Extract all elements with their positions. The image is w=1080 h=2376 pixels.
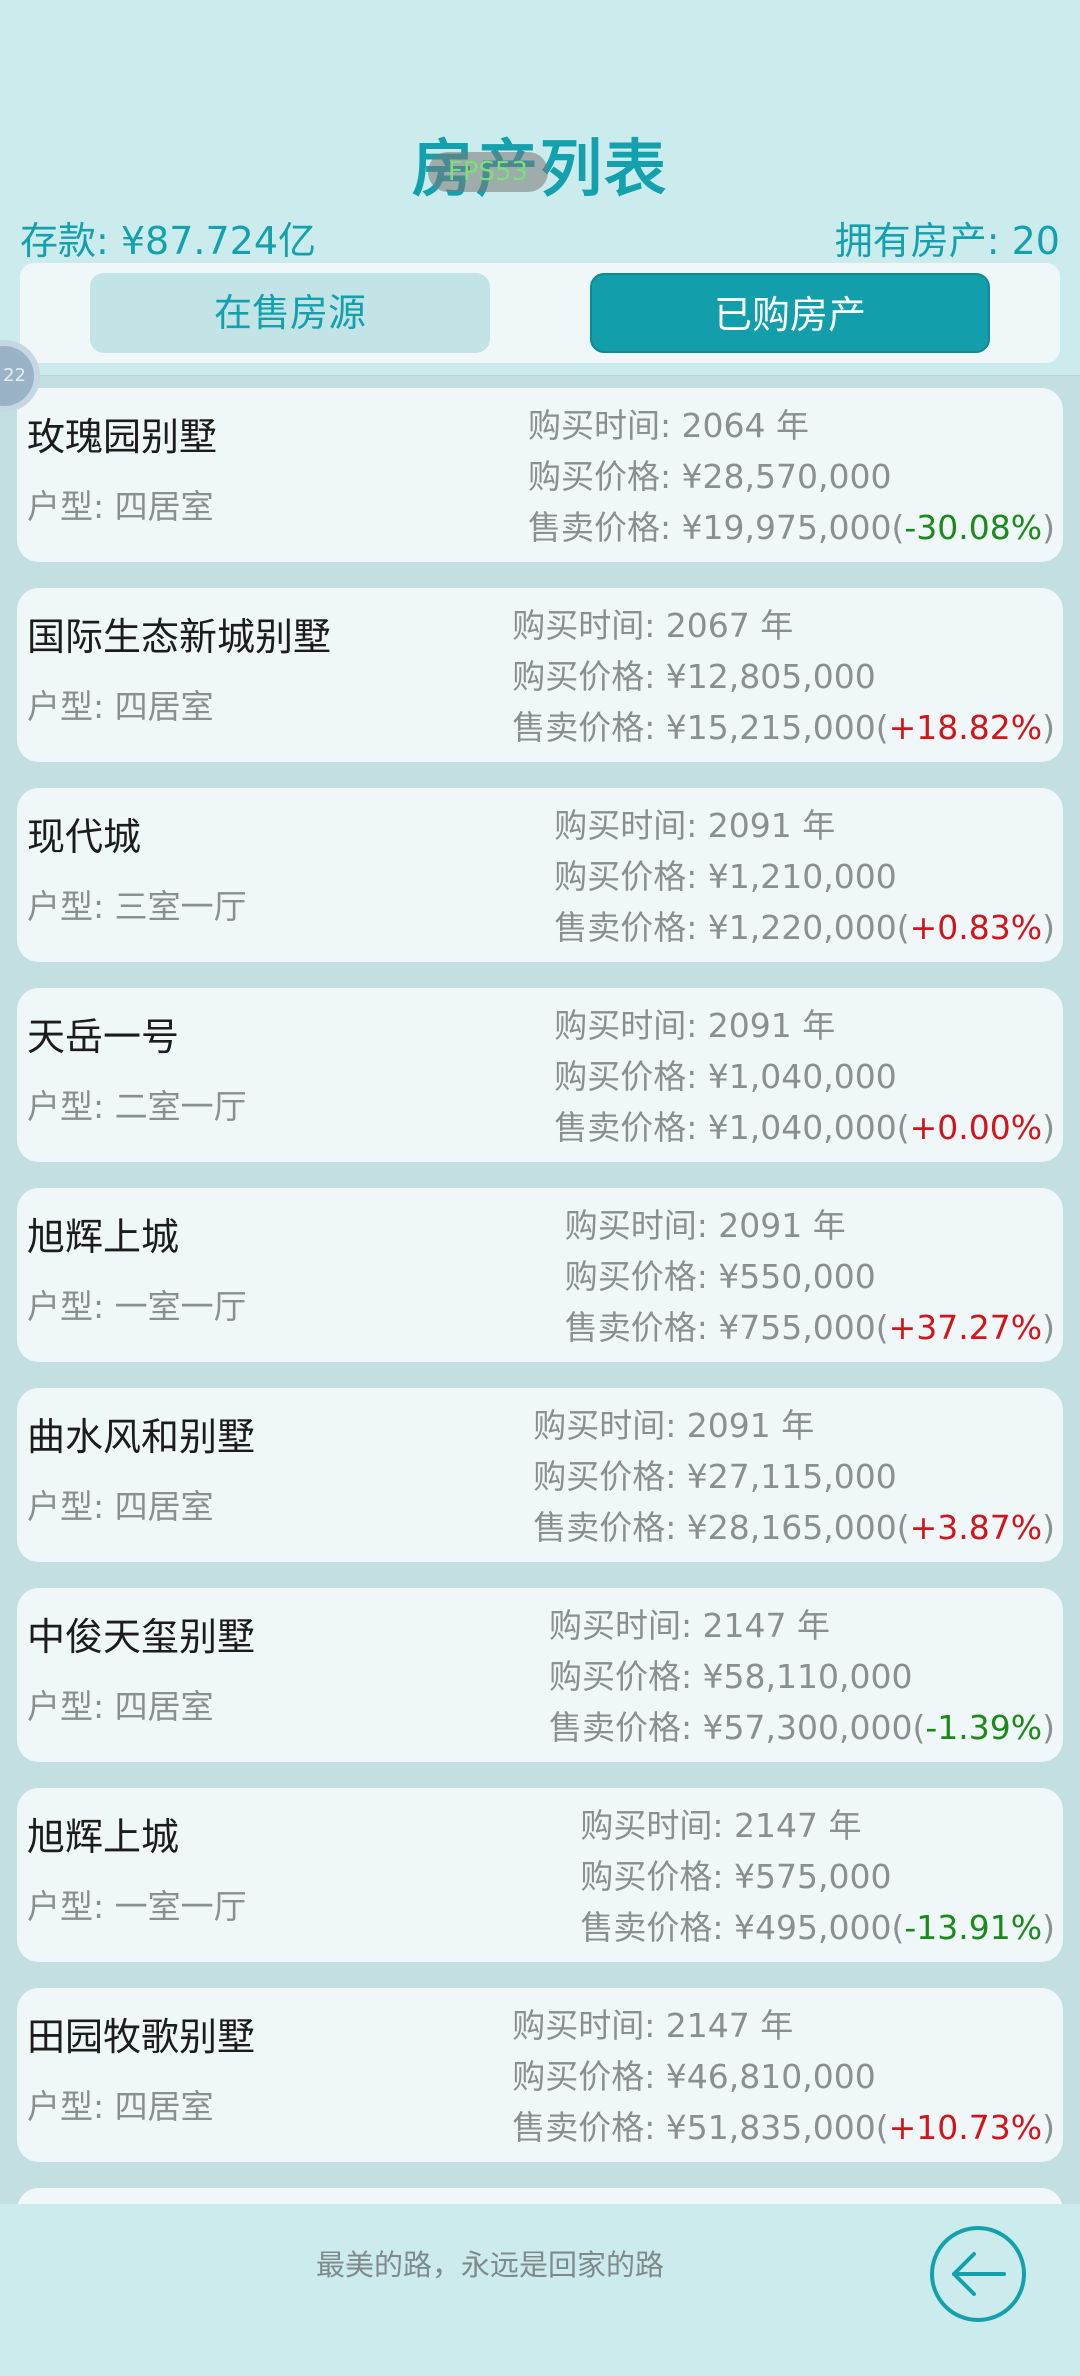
tab-bar: 在售房源 已购房产 [20, 263, 1060, 363]
property-type: 户型: 二室一厅 [27, 1087, 247, 1126]
buy-price: 购买价格: ¥28,570,000 [527, 457, 892, 496]
sell-price: 售卖价格: ¥1,040,000 [554, 1108, 897, 1147]
property-list[interactable]: 玫瑰园别墅 户型: 四居室 购买时间: 2064 年 购买价格: ¥28,570… [0, 375, 1080, 2204]
property-name: 玫瑰园别墅 [27, 415, 218, 459]
sell-price: 售卖价格: ¥755,000 [564, 1308, 876, 1347]
buy-time: 购买时间: 2067 年 [512, 606, 794, 645]
property-name: 曲水风和别墅 [27, 1415, 256, 1459]
buy-time: 购买时间: 2064 年 [527, 406, 810, 445]
sell-price-line: 售卖价格: ¥1,040,000(+0.00%) [554, 1108, 1055, 1147]
back-button[interactable] [928, 2224, 1028, 2324]
sell-price-line: 售卖价格: ¥755,000(+37.27%) [564, 1308, 1055, 1347]
property-info: 购买时间: 2147 年 购买价格: ¥575,000 售卖价格: ¥495,0… [580, 1800, 1055, 1953]
property-card[interactable]: 国际生态新城别墅 户型: 四居室 购买时间: 2067 年 购买价格: ¥12,… [17, 588, 1063, 762]
price-change: +10.73% [888, 2108, 1043, 2147]
buy-price: 购买价格: ¥550,000 [564, 1257, 876, 1296]
buy-time: 购买时间: 2091 年 [554, 806, 836, 845]
property-name: 国际生态新城别墅 [27, 615, 332, 659]
buy-price: 购买价格: ¥27,115,000 [533, 1457, 897, 1496]
sell-price: 售卖价格: ¥19,975,000 [527, 508, 892, 547]
property-card[interactable]: 旭辉上城 户型: 一室一厅 购买时间: 2091 年 购买价格: ¥550,00… [17, 1188, 1063, 1362]
buy-time: 购买时间: 2091 年 [564, 1206, 846, 1245]
property-name: 现代城 [27, 815, 142, 859]
savings-label: 存款: ¥87.724亿 [20, 219, 317, 263]
buy-price: 购买价格: ¥12,805,000 [512, 657, 876, 696]
property-card[interactable]: 现代城 户型: 三室一厅 购买时间: 2091 年 购买价格: ¥1,210,0… [17, 788, 1063, 962]
property-name: 旭辉上城 [27, 1215, 180, 1259]
price-change: +37.27% [888, 1308, 1043, 1347]
price-change: -30.08% [904, 508, 1043, 547]
footer-slogan: 最美的路，永远是回家的路 [315, 2248, 664, 2282]
property-card-partial[interactable] [17, 2188, 1063, 2204]
sell-price-line: 售卖价格: ¥19,975,000(-30.08%) [527, 508, 1055, 547]
sell-price: 售卖价格: ¥51,835,000 [512, 2108, 876, 2147]
sell-price-line: 售卖价格: ¥57,300,000(-1.39%) [548, 1708, 1055, 1747]
sell-price: 售卖价格: ¥57,300,000 [548, 1708, 913, 1747]
property-info: 购买时间: 2064 年 购买价格: ¥28,570,000 售卖价格: ¥19… [528, 400, 1055, 553]
buy-price: 购买价格: ¥46,810,000 [512, 2057, 876, 2096]
buy-price: 购买价格: ¥1,040,000 [554, 1057, 897, 1096]
property-card[interactable]: 曲水风和别墅 户型: 四居室 购买时间: 2091 年 购买价格: ¥27,11… [17, 1388, 1063, 1562]
property-info: 购买时间: 2067 年 购买价格: ¥12,805,000 售卖价格: ¥15… [512, 600, 1055, 753]
sell-price-line: 售卖价格: ¥28,165,000(+3.87%) [533, 1508, 1055, 1547]
property-type: 户型: 一室一厅 [27, 1887, 247, 1926]
fps-counter: FPS53 [428, 152, 548, 192]
property-info: 购买时间: 2147 年 购买价格: ¥58,110,000 售卖价格: ¥57… [549, 1600, 1055, 1753]
buy-price: 购买价格: ¥575,000 [580, 1857, 892, 1896]
property-type: 户型: 四居室 [27, 2087, 214, 2126]
price-change: +0.83% [909, 908, 1043, 947]
property-card[interactable]: 田园牧歌别墅 户型: 四居室 购买时间: 2147 年 购买价格: ¥46,81… [17, 1988, 1063, 2162]
tab-purchased[interactable]: 已购房产 [590, 273, 990, 353]
sell-price-line: 售卖价格: ¥51,835,000(+10.73%) [512, 2108, 1055, 2147]
property-type: 户型: 一室一厅 [27, 1287, 247, 1326]
property-card[interactable]: 旭辉上城 户型: 一室一厅 购买时间: 2147 年 购买价格: ¥575,00… [17, 1788, 1063, 1962]
property-type: 户型: 四居室 [27, 687, 214, 726]
property-name: 天岳一号 [27, 1015, 180, 1059]
property-info: 购买时间: 2147 年 购买价格: ¥46,810,000 售卖价格: ¥51… [512, 2000, 1055, 2153]
sell-price: 售卖价格: ¥1,220,000 [554, 908, 897, 947]
buy-time: 购买时间: 2147 年 [580, 1806, 862, 1845]
buy-price: 购买价格: ¥1,210,000 [554, 857, 897, 896]
property-info: 购买时间: 2091 年 购买价格: ¥27,115,000 售卖价格: ¥28… [533, 1400, 1055, 1553]
price-change: -13.91% [904, 1908, 1043, 1947]
price-change: +18.82% [888, 708, 1043, 747]
sell-price-line: 售卖价格: ¥15,215,000(+18.82%) [512, 708, 1055, 747]
property-card[interactable]: 中俊天玺别墅 户型: 四居室 购买时间: 2147 年 购买价格: ¥58,11… [17, 1588, 1063, 1762]
price-change: -1.39% [925, 1708, 1043, 1747]
property-info: 购买时间: 2091 年 购买价格: ¥1,210,000 售卖价格: ¥1,2… [554, 800, 1055, 953]
price-change: +0.00% [909, 1108, 1043, 1147]
buy-price: 购买价格: ¥58,110,000 [548, 1657, 913, 1696]
sell-price-line: 售卖价格: ¥495,000(-13.91%) [580, 1908, 1055, 1947]
tab-on-sale[interactable]: 在售房源 [90, 273, 490, 353]
property-info: 购买时间: 2091 年 购买价格: ¥550,000 售卖价格: ¥755,0… [565, 1200, 1055, 1353]
property-name: 旭辉上城 [27, 1815, 180, 1859]
buy-time: 购买时间: 2147 年 [548, 1606, 831, 1645]
sell-price: 售卖价格: ¥495,000 [580, 1908, 892, 1947]
property-info: 购买时间: 2091 年 购买价格: ¥1,040,000 售卖价格: ¥1,0… [554, 1000, 1055, 1153]
property-card[interactable]: 天岳一号 户型: 二室一厅 购买时间: 2091 年 购买价格: ¥1,040,… [17, 988, 1063, 1162]
sell-price: 售卖价格: ¥15,215,000 [512, 708, 876, 747]
stats-bar: 存款: ¥87.724亿 拥有房产: 20 [20, 210, 1060, 263]
property-type: 户型: 三室一厅 [27, 887, 247, 926]
price-change: +3.87% [909, 1508, 1043, 1547]
property-type: 户型: 四居室 [27, 487, 214, 526]
property-name: 田园牧歌别墅 [27, 2015, 256, 2059]
property-name: 中俊天玺别墅 [27, 1615, 256, 1659]
arrow-left-circle-icon [930, 2226, 1026, 2322]
property-type: 户型: 四居室 [27, 1487, 214, 1526]
sell-price-line: 售卖价格: ¥1,220,000(+0.83%) [554, 908, 1055, 947]
buy-time: 购买时间: 2091 年 [533, 1406, 815, 1445]
property-card[interactable]: 玫瑰园别墅 户型: 四居室 购买时间: 2064 年 购买价格: ¥28,570… [17, 388, 1063, 562]
property-type: 户型: 四居室 [27, 1687, 214, 1726]
buy-time: 购买时间: 2091 年 [554, 1006, 836, 1045]
sell-price: 售卖价格: ¥28,165,000 [533, 1508, 897, 1547]
buy-time: 购买时间: 2147 年 [512, 2006, 794, 2045]
owned-count-label: 拥有房产: 20 [834, 219, 1060, 263]
